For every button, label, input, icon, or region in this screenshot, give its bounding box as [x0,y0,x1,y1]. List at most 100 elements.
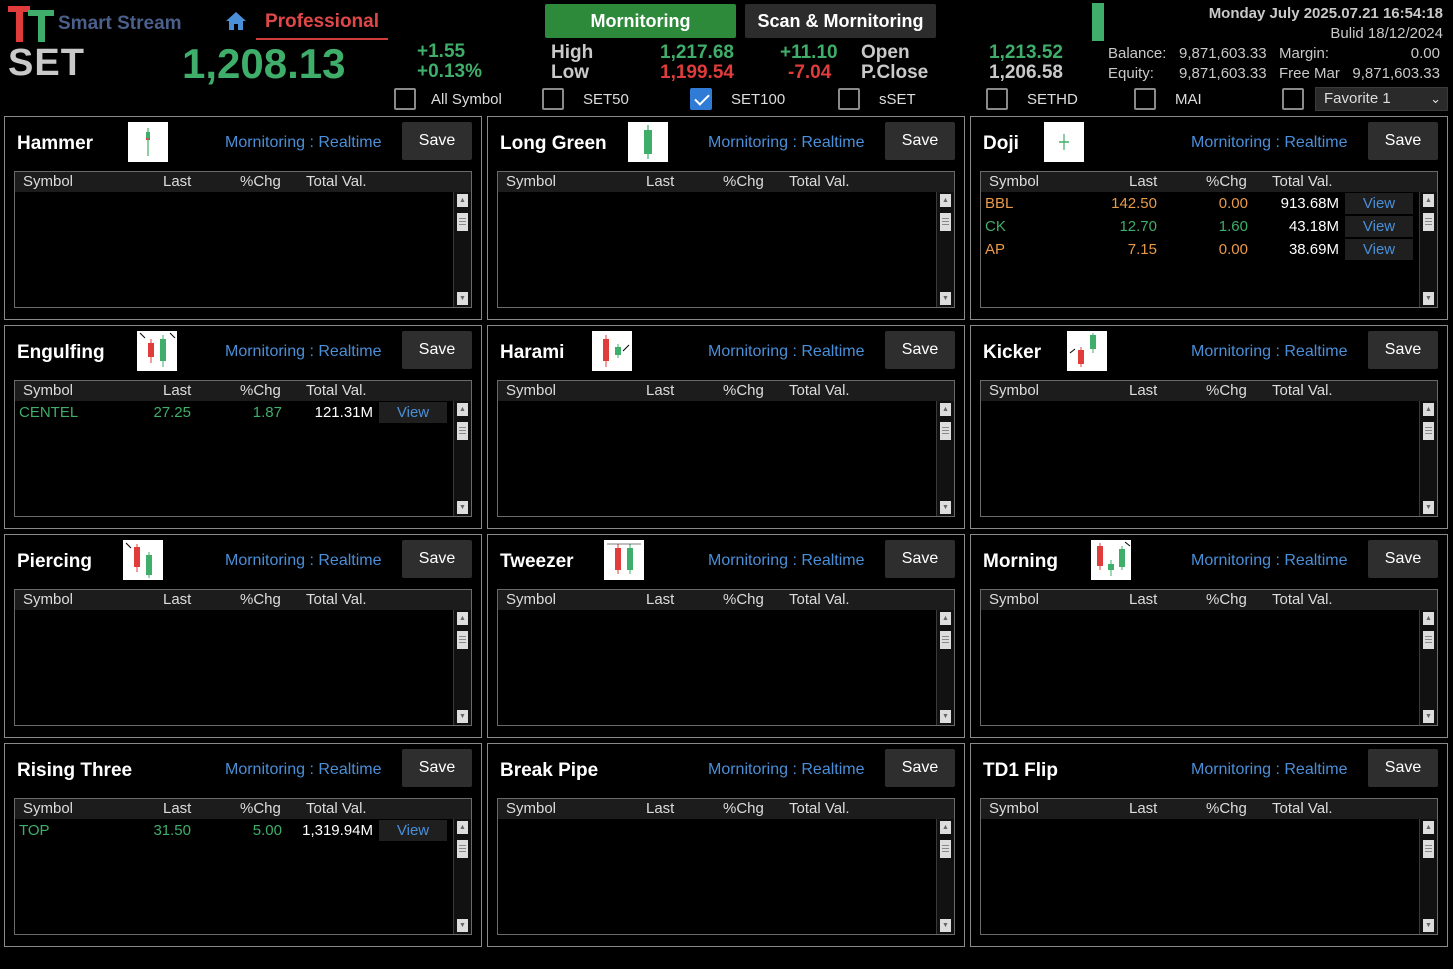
scroll-thumb[interactable] [940,422,951,440]
filter-sethd-checkbox[interactable] [986,88,1008,110]
save-button[interactable]: Save [885,122,955,160]
vertical-scrollbar[interactable]: ▲ ▼ [936,819,954,934]
scroll-up-arrow-icon[interactable]: ▲ [457,403,468,416]
scroll-down-arrow-icon[interactable]: ▼ [1423,292,1434,305]
scroll-thumb[interactable] [1423,213,1434,231]
col-last[interactable]: Last [1129,591,1157,608]
edition-tab[interactable]: Professional [256,10,388,40]
col-symbol[interactable]: Symbol [506,800,556,817]
col-last[interactable]: Last [646,382,674,399]
filter-sset-checkbox[interactable] [838,88,860,110]
col-total-val[interactable]: Total Val. [1272,591,1333,608]
col-symbol[interactable]: Symbol [989,591,1039,608]
col-last[interactable]: Last [1129,173,1157,190]
view-button[interactable]: View [1345,216,1413,237]
scroll-up-arrow-icon[interactable]: ▲ [457,194,468,207]
col-total-val[interactable]: Total Val. [306,173,367,190]
view-button[interactable]: View [1345,239,1413,260]
save-button[interactable]: Save [1368,331,1438,369]
col-chg[interactable]: %Chg [1206,173,1247,190]
col-chg[interactable]: %Chg [240,800,281,817]
vertical-scrollbar[interactable]: ▲ ▼ [1419,401,1437,516]
col-last[interactable]: Last [163,800,191,817]
vertical-scrollbar[interactable]: ▲ ▼ [453,610,471,725]
col-total-val[interactable]: Total Val. [306,382,367,399]
col-symbol[interactable]: Symbol [23,382,73,399]
table-row[interactable]: TOP 31.50 5.00 1,319.94M View [15,820,453,842]
col-chg[interactable]: %Chg [723,800,764,817]
scroll-thumb[interactable] [457,422,468,440]
filter-mai-checkbox[interactable] [1134,88,1156,110]
col-total-val[interactable]: Total Val. [789,800,850,817]
scroll-up-arrow-icon[interactable]: ▲ [940,821,951,834]
col-chg[interactable]: %Chg [240,382,281,399]
vertical-scrollbar[interactable]: ▲ ▼ [453,401,471,516]
col-chg[interactable]: %Chg [723,382,764,399]
scroll-down-arrow-icon[interactable]: ▼ [457,501,468,514]
view-button[interactable]: View [379,402,447,423]
save-button[interactable]: Save [402,540,472,578]
scroll-up-arrow-icon[interactable]: ▲ [1423,403,1434,416]
col-chg[interactable]: %Chg [1206,800,1247,817]
col-symbol[interactable]: Symbol [23,800,73,817]
save-button[interactable]: Save [1368,749,1438,787]
scroll-down-arrow-icon[interactable]: ▼ [457,292,468,305]
save-button[interactable]: Save [402,331,472,369]
col-total-val[interactable]: Total Val. [1272,173,1333,190]
col-total-val[interactable]: Total Val. [789,382,850,399]
vertical-scrollbar[interactable]: ▲ ▼ [453,192,471,307]
col-last[interactable]: Last [646,173,674,190]
save-button[interactable]: Save [885,749,955,787]
col-total-val[interactable]: Total Val. [306,800,367,817]
save-button[interactable]: Save [402,749,472,787]
vertical-scrollbar[interactable]: ▲ ▼ [1419,610,1437,725]
scroll-down-arrow-icon[interactable]: ▼ [940,501,951,514]
col-last[interactable]: Last [163,382,191,399]
filter-set100-checkbox[interactable] [690,88,712,110]
col-total-val[interactable]: Total Val. [789,173,850,190]
col-symbol[interactable]: Symbol [23,591,73,608]
scroll-up-arrow-icon[interactable]: ▲ [457,821,468,834]
scroll-down-arrow-icon[interactable]: ▼ [457,710,468,723]
vertical-scrollbar[interactable]: ▲ ▼ [936,610,954,725]
col-chg[interactable]: %Chg [1206,382,1247,399]
scroll-down-arrow-icon[interactable]: ▼ [1423,919,1434,932]
col-chg[interactable]: %Chg [723,591,764,608]
col-last[interactable]: Last [1129,382,1157,399]
scroll-up-arrow-icon[interactable]: ▲ [1423,821,1434,834]
col-chg[interactable]: %Chg [240,173,281,190]
col-symbol[interactable]: Symbol [989,800,1039,817]
tab-monitoring[interactable]: Mornitoring [545,4,736,38]
col-last[interactable]: Last [646,591,674,608]
scroll-down-arrow-icon[interactable]: ▼ [940,292,951,305]
scroll-down-arrow-icon[interactable]: ▼ [940,919,951,932]
scroll-up-arrow-icon[interactable]: ▲ [1423,194,1434,207]
view-button[interactable]: View [379,820,447,841]
vertical-scrollbar[interactable]: ▲ ▼ [1419,819,1437,934]
save-button[interactable]: Save [885,331,955,369]
table-row[interactable]: CENTEL 27.25 1.87 121.31M View [15,402,453,424]
col-chg[interactable]: %Chg [723,173,764,190]
scroll-thumb[interactable] [940,840,951,858]
col-symbol[interactable]: Symbol [989,382,1039,399]
col-symbol[interactable]: Symbol [506,382,556,399]
scroll-thumb[interactable] [940,213,951,231]
table-row[interactable]: AP 7.15 0.00 38.69M View [981,239,1419,261]
col-symbol[interactable]: Symbol [23,173,73,190]
save-button[interactable]: Save [402,122,472,160]
view-button[interactable]: View [1345,193,1413,214]
save-button[interactable]: Save [1368,122,1438,160]
col-last[interactable]: Last [163,173,191,190]
scroll-thumb[interactable] [1423,422,1434,440]
col-chg[interactable]: %Chg [240,591,281,608]
col-last[interactable]: Last [646,800,674,817]
col-total-val[interactable]: Total Val. [306,591,367,608]
col-symbol[interactable]: Symbol [506,173,556,190]
save-button[interactable]: Save [885,540,955,578]
filter-set50-checkbox[interactable] [542,88,564,110]
filter-all-symbol-checkbox[interactable] [394,88,416,110]
col-last[interactable]: Last [1129,800,1157,817]
scroll-down-arrow-icon[interactable]: ▼ [1423,501,1434,514]
scroll-down-arrow-icon[interactable]: ▼ [1423,710,1434,723]
scroll-thumb[interactable] [457,840,468,858]
